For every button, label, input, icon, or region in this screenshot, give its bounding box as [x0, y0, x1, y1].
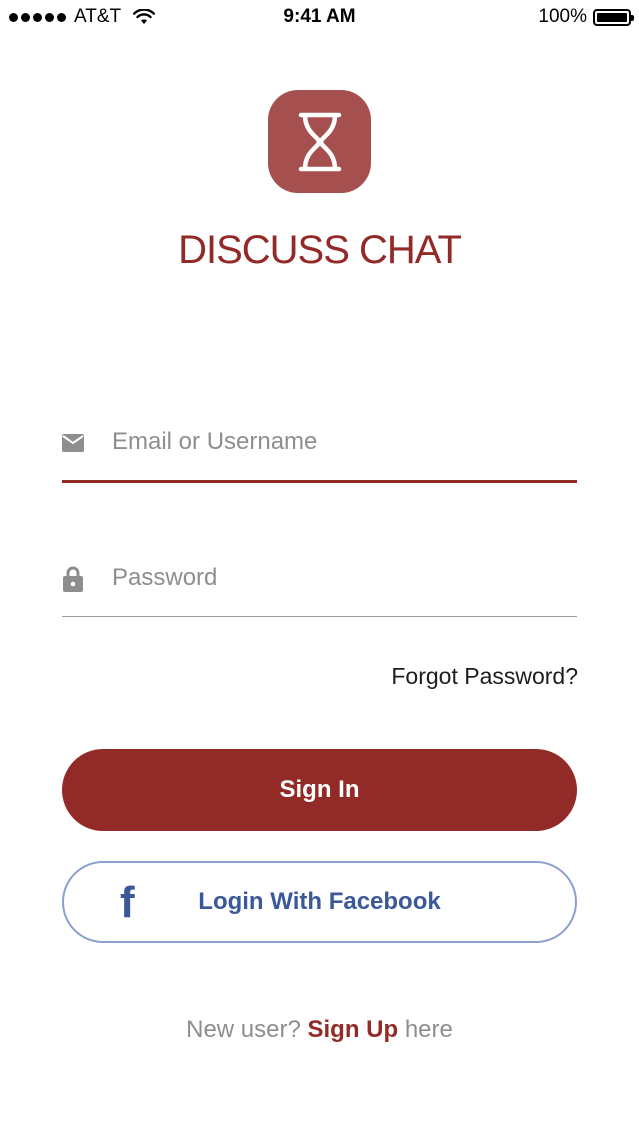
facebook-icon: f	[120, 878, 135, 927]
sign-in-button[interactable]: Sign In	[62, 749, 577, 831]
lock-icon	[62, 566, 84, 592]
forgot-password-link[interactable]: Forgot Password?	[391, 663, 578, 690]
facebook-button-label: Login With Facebook	[198, 888, 441, 915]
app-title: DISCUSS CHAT	[178, 228, 462, 272]
status-right: 100%	[538, 6, 634, 28]
password-field	[62, 556, 577, 617]
password-input[interactable]	[112, 556, 572, 600]
status-bar: AT&T 9:41 AM 100%	[0, 0, 639, 34]
signup-prefix: New user?	[186, 1016, 301, 1043]
email-field	[62, 420, 577, 483]
email-input[interactable]	[112, 420, 572, 464]
app-logo-icon	[268, 90, 371, 193]
signup-suffix: here	[404, 1016, 453, 1043]
battery-percentage: 100%	[538, 6, 587, 27]
login-with-facebook-button[interactable]: f Login With Facebook	[62, 861, 577, 943]
mail-icon	[62, 432, 84, 454]
sign-up-link[interactable]: Sign Up	[308, 1016, 399, 1043]
signup-prompt: New user? Sign Up here	[0, 1016, 639, 1044]
battery-icon	[593, 8, 634, 26]
